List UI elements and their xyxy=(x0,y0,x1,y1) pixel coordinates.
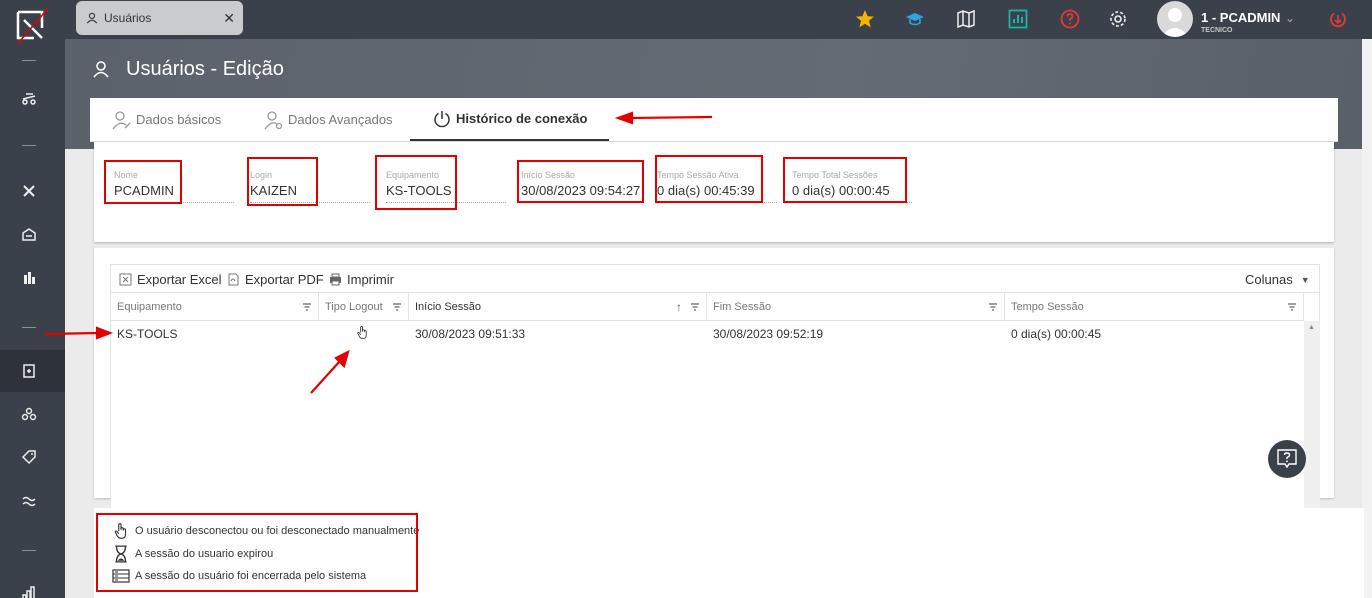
sidebar-item-users-icon[interactable] xyxy=(16,401,42,427)
help-chat-button[interactable] xyxy=(1268,440,1306,478)
export-excel-button[interactable]: Exportar Excel xyxy=(119,272,222,287)
column-label: Fim Sessão xyxy=(713,300,772,313)
sidebar-separator xyxy=(22,60,36,61)
tab-label: Dados básicos xyxy=(136,112,222,127)
cell-inicio-sessao: 30/08/2023 09:51:33 xyxy=(415,327,526,341)
user-name[interactable]: 1 - PCADMIN xyxy=(1201,10,1280,25)
power-icon xyxy=(434,110,450,127)
sidebar-item-chart-icon[interactable] xyxy=(16,580,42,598)
export-pdf-label: Exportar PDF xyxy=(245,272,324,287)
sidebar-separator xyxy=(22,550,36,551)
top-bar: Usuários ✕ 1 - PCADMIN TECNICO ⌄ xyxy=(65,0,1372,39)
sidebar-item-buildings-icon[interactable] xyxy=(16,265,42,291)
annotation-box xyxy=(517,160,644,203)
annotation-box xyxy=(375,155,457,210)
column-header-inicio-sessao[interactable]: Início Sessão ↑ xyxy=(409,293,707,321)
session-history-grid: Exportar Excel Exportar PDF Imprimir Col… xyxy=(110,264,1320,509)
user-settings-icon xyxy=(264,110,283,129)
tab-bar: Dados básicos Dados Avançados Histórico … xyxy=(90,98,1338,142)
caret-down-icon: ▼ xyxy=(1300,274,1310,285)
column-label: Início Sessão xyxy=(415,300,482,313)
sidebar-separator xyxy=(22,327,36,328)
column-header-tipo-logout[interactable]: Tipo Logout xyxy=(319,293,409,321)
sidebar-item-tag-icon[interactable] xyxy=(16,444,42,470)
help-bubble-icon xyxy=(1277,449,1297,469)
tab-label: Histórico de conexão xyxy=(456,111,588,126)
scroll-up-icon[interactable]: ▲ xyxy=(1308,324,1315,331)
sidebar xyxy=(0,0,65,598)
tab-historico-conexao[interactable]: Histórico de conexão xyxy=(410,98,610,141)
print-button[interactable]: Imprimir xyxy=(329,272,394,287)
tab-label: Usuários xyxy=(104,11,152,25)
tab-usuarios[interactable]: Usuários ✕ xyxy=(76,1,243,35)
excel-icon xyxy=(119,273,132,286)
tab-dados-basicos[interactable]: Dados básicos xyxy=(112,98,221,141)
filter-icon[interactable] xyxy=(302,302,312,312)
columns-dropdown[interactable]: Colunas ▼ xyxy=(1245,272,1310,287)
vertical-scrollbar[interactable]: ▲ xyxy=(1304,321,1320,509)
logout-icon[interactable] xyxy=(1326,7,1350,31)
hand-pointer-icon xyxy=(356,325,369,343)
annotation-box xyxy=(655,155,763,203)
column-header-tempo-sessao[interactable]: Tempo Sessão xyxy=(1005,293,1304,321)
close-icon[interactable]: ✕ xyxy=(223,10,235,27)
filter-icon[interactable] xyxy=(690,302,700,312)
gear-icon[interactable] xyxy=(1106,7,1130,31)
sort-ascending-icon[interactable]: ↑ xyxy=(676,300,682,314)
column-label: Tipo Logout xyxy=(325,300,383,313)
chart-icon[interactable] xyxy=(1006,7,1030,31)
chevron-down-icon[interactable]: ⌄ xyxy=(1285,11,1295,25)
sidebar-item-transport-icon[interactable] xyxy=(16,85,42,111)
column-header-fim-sessao[interactable]: Fim Sessão xyxy=(707,293,1005,321)
filter-icon[interactable] xyxy=(988,302,998,312)
export-excel-label: Exportar Excel xyxy=(137,272,222,287)
annotation-box xyxy=(783,157,907,203)
sidebar-item-garage-icon[interactable] xyxy=(16,221,42,247)
user-edit-icon xyxy=(112,110,131,129)
export-pdf-button[interactable]: Exportar PDF xyxy=(227,272,324,287)
print-icon xyxy=(330,273,341,286)
print-label: Imprimir xyxy=(347,272,394,287)
filter-icon[interactable] xyxy=(392,302,402,312)
logo-icon[interactable] xyxy=(12,5,51,49)
pdf-icon xyxy=(228,273,239,286)
column-label: Equipamento xyxy=(117,300,182,313)
cell-tempo-sessao: 0 dia(s) 00:00:45 xyxy=(1011,327,1102,341)
graduation-cap-icon[interactable] xyxy=(903,7,927,31)
grid-toolbar: Exportar Excel Exportar PDF Imprimir Col… xyxy=(111,265,1319,293)
tab-dados-avancados[interactable]: Dados Avançados xyxy=(264,98,393,141)
annotation-box xyxy=(104,160,182,204)
sidebar-item-waves-icon[interactable] xyxy=(16,488,42,514)
cell-equipamento: KS-TOOLS xyxy=(117,327,178,341)
sidebar-item-document-icon[interactable] xyxy=(16,358,42,384)
tab-label: Dados Avançados xyxy=(288,112,393,127)
user-icon xyxy=(86,12,98,24)
page-title: Usuários - Edição xyxy=(126,58,284,80)
annotation-box xyxy=(96,513,418,592)
user-icon xyxy=(93,61,109,78)
column-header-equipamento[interactable]: Equipamento xyxy=(111,293,319,321)
help-icon[interactable] xyxy=(1058,7,1082,31)
star-icon[interactable] xyxy=(853,7,877,31)
columns-label: Colunas xyxy=(1245,272,1293,287)
filter-icon[interactable] xyxy=(1287,302,1297,312)
avatar[interactable] xyxy=(1157,1,1193,37)
user-role: TECNICO xyxy=(1201,27,1233,34)
cell-fim-sessao: 30/08/2023 09:52:19 xyxy=(713,327,824,341)
sidebar-separator xyxy=(22,145,36,146)
annotation-box xyxy=(247,157,318,206)
sidebar-item-tools-icon[interactable] xyxy=(16,178,42,204)
map-icon[interactable] xyxy=(954,7,978,31)
column-label: Tempo Sessão xyxy=(1011,300,1084,313)
